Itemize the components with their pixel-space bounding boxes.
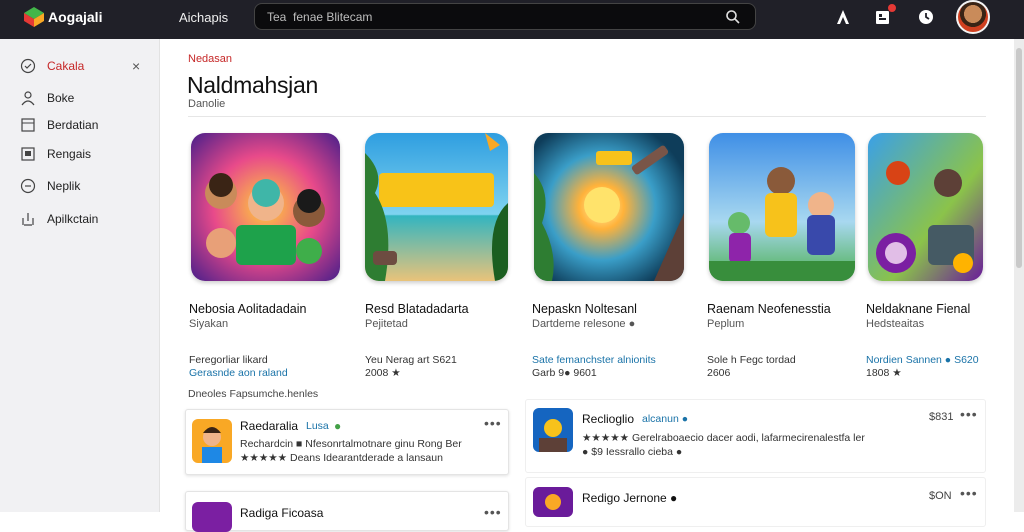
sidebar-item-label: Berdatian — [47, 118, 99, 132]
more-options-icon[interactable]: ••• — [960, 406, 978, 422]
app-developer: Pejitetad — [365, 318, 408, 330]
sidebar-item-label: Cakala — [47, 59, 85, 73]
book-icon — [21, 147, 35, 161]
app-title[interactable]: Neldaknane Fienal — [866, 302, 970, 316]
more-options-icon[interactable]: ••• — [484, 415, 502, 431]
list-item-title[interactable]: Raedaralia — [240, 419, 298, 433]
list-item-title[interactable]: Redigo Jernone ● — [582, 491, 677, 505]
sidebar-item-label: Boke — [47, 91, 75, 105]
apps-nav-link[interactable]: Aichapis — [179, 10, 228, 25]
logo-icon — [24, 7, 44, 27]
sidebar-item-apilkctain[interactable]: Apilkctain — [0, 208, 160, 230]
app-title[interactable]: Resd Blatadadarta — [365, 302, 469, 316]
app-meta-link[interactable]: Nordien Sannen ● S620 — [866, 354, 979, 366]
main-content: Nedasan Naldmahsjan Danolie Nebosia Aoli… — [160, 39, 1014, 532]
app-card[interactable]: Neldaknane Fienal Hedsteaitas Nordien Sa… — [866, 133, 1024, 379]
app-title[interactable]: Nebosia Aolitadadain — [189, 302, 306, 316]
brand-name: Aogajali — [48, 9, 103, 25]
scrollbar-thumb[interactable] — [1016, 48, 1022, 268]
app-thumbnail[interactable] — [709, 133, 855, 281]
app-rating: 1808 ★ — [866, 367, 902, 379]
app-meta: Feregorliar likard — [189, 354, 268, 366]
sidebar-item-berdatian[interactable]: Berdatian — [0, 114, 160, 136]
app-meta-link[interactable]: Sate femanchster alnionits — [532, 354, 656, 366]
help-icon[interactable] — [917, 8, 935, 26]
list-item-tag: Lusa — [306, 420, 329, 432]
list-item-title[interactable]: Radiga Ficoasa — [240, 506, 323, 520]
page-subtitle: Danolie — [188, 98, 226, 110]
list-item-description: ★★★★★ Gerelraboaecio dacer aodi, lafarme… — [582, 432, 865, 444]
app-card[interactable]: Nepaskn Noltesanl Dartdeme relesone ● Sa… — [532, 133, 694, 379]
square-icon — [21, 118, 35, 132]
list-item[interactable]: Raedaralia Lusa ● Rechardcin ■ Nfesonrta… — [185, 409, 509, 475]
list-item-price: $ON — [929, 490, 952, 502]
list-item[interactable]: Radiga Ficoasa ••• — [185, 491, 509, 532]
app-card[interactable]: Raenam Neofenesstia Peplum Sole h Fegc t… — [707, 133, 869, 379]
list-item-description: Rechardcin ■ Nfesonrtalmotnare ginu Rong… — [240, 438, 462, 450]
list-item[interactable]: Redigo Jernone ● $ON ••• — [525, 477, 986, 527]
list-item-rating: ★★★★★ Deans Idearantderade a lansaun — [240, 452, 443, 464]
more-options-icon[interactable]: ••• — [484, 504, 502, 520]
app-developer: Peplum — [707, 318, 745, 330]
sidebar-item-neplik[interactable]: Neplik — [0, 175, 160, 197]
search-input[interactable] — [267, 9, 707, 25]
list-item[interactable]: Reclioglio alcanun ● ★★★★★ Gerelraboaeci… — [525, 399, 986, 473]
list-item-price: $831 — [929, 411, 954, 423]
brand-logo[interactable]: Aogajali — [22, 5, 102, 29]
apps-icon — [22, 213, 34, 226]
app-meta: 2606 — [707, 367, 731, 379]
search-bar[interactable] — [254, 3, 756, 30]
app-card[interactable]: Resd Blatadadarta Pejitetad Yeu Nerag ar… — [365, 133, 525, 379]
app-developer: Siyakan — [189, 318, 229, 330]
app-thumbnail[interactable] — [365, 133, 508, 281]
app-meta: Sole h Fegc tordad — [707, 354, 796, 366]
app-title[interactable]: Nepaskn Noltesanl — [532, 302, 637, 316]
app-meta: Yeu Nerag art S621 — [365, 354, 457, 366]
app-icon[interactable] — [192, 419, 232, 463]
app-icon[interactable] — [533, 408, 573, 452]
app-developer: Dartdeme relesone ● — [532, 318, 636, 330]
sidebar-item-label: Rengais — [47, 147, 92, 161]
app-thumbnail[interactable] — [534, 133, 684, 281]
top-bar: Aogajali Aichapis — [0, 0, 1024, 39]
section-eyebrow: Nedasan — [188, 53, 233, 65]
app-title[interactable]: Raenam Neofenesstia — [707, 302, 831, 316]
app-thumbnail[interactable] — [868, 133, 983, 281]
clock-icon — [20, 178, 36, 194]
search-icon[interactable] — [725, 9, 741, 25]
list-item-title[interactable]: Reclioglio — [582, 412, 634, 426]
sidebar-item-boke[interactable]: Boke — [0, 87, 160, 109]
sidebar-item-label: Apilkctain — [47, 212, 99, 226]
notification-badge — [888, 4, 896, 12]
more-options-icon[interactable]: ••• — [960, 485, 978, 501]
app-rating: 2008 ★ — [365, 367, 401, 379]
sidebar: Cakala × Boke Berdatian Rengais Neplik A… — [0, 39, 160, 512]
sidebar-item-label: Neplik — [47, 179, 81, 193]
page-title: Naldmahsjan — [187, 72, 318, 98]
sidebar-item-cakala[interactable]: Cakala × — [0, 55, 160, 77]
app-card[interactable]: Nebosia Aolitadadain Siyakan Feregorliar… — [189, 133, 351, 379]
app-developer: Hedsteaitas — [866, 318, 925, 330]
avatar[interactable] — [956, 0, 990, 34]
verified-icon: ● — [334, 419, 342, 433]
list-item-meta: ● $9 Iessrallo cieba ● — [582, 446, 683, 458]
person-icon — [21, 91, 35, 106]
divider — [188, 116, 986, 117]
sidebar-item-rengais[interactable]: Rengais — [0, 143, 160, 165]
app-meta-link[interactable]: Gerasnde aon raland — [189, 367, 288, 379]
check-circle-icon — [20, 58, 36, 74]
account-icon[interactable] — [834, 8, 852, 26]
section-label: Dneoles Fapsumche.henles — [188, 388, 319, 400]
app-meta: Garb 9● 9601 — [532, 367, 597, 379]
list-item-tag: alcanun ● — [642, 413, 689, 425]
app-thumbnail[interactable] — [191, 133, 340, 281]
app-icon[interactable] — [533, 487, 573, 517]
close-icon[interactable]: × — [132, 58, 140, 74]
app-icon[interactable] — [192, 502, 232, 532]
